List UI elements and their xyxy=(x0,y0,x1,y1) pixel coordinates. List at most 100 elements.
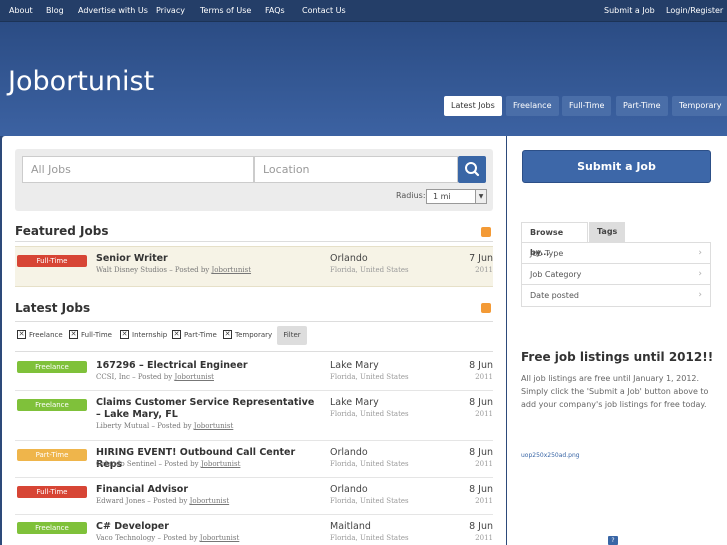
nav-contact[interactable]: Contact Us xyxy=(302,0,346,22)
browse-item-job-type[interactable]: Job Type › xyxy=(522,243,710,264)
tab-part-time[interactable]: Part-Time xyxy=(616,96,668,116)
divider xyxy=(15,351,493,352)
tab-browse-by[interactable]: Browse by... xyxy=(521,222,588,257)
job-type-badge: Freelance xyxy=(17,522,87,534)
filter-part-time[interactable]: ✕ Part-Time xyxy=(172,329,217,341)
job-date: 8 Jun xyxy=(469,447,493,458)
chevron-right-icon: › xyxy=(698,248,702,258)
job-year: 2011 xyxy=(475,266,493,274)
job-region: Florida, United States xyxy=(330,373,409,381)
nav-advertise[interactable]: Advertise with Us xyxy=(78,0,148,22)
main-content: All Jobs Location Radius: 1 mi ▼ Feature… xyxy=(2,136,506,545)
job-title[interactable]: C# Developer xyxy=(96,521,321,533)
job-row[interactable]: Part-Time HIRING EVENT! Outbound Call Ce… xyxy=(15,441,493,478)
tab-latest-jobs[interactable]: Latest Jobs xyxy=(444,96,502,116)
filter-internship[interactable]: ✕ Internship xyxy=(120,329,167,341)
job-city: Orlando xyxy=(330,447,368,458)
browse-tabs: Browse by... Tags xyxy=(521,222,711,257)
browse-list: Job Type › Job Category › Date posted › xyxy=(521,242,711,307)
job-company: Orlando Sentinel – Posted by Jobortunist xyxy=(96,460,241,468)
job-date: 8 Jun xyxy=(469,484,493,495)
job-type-badge: Full-Time xyxy=(17,486,87,498)
rss-icon[interactable] xyxy=(481,303,491,313)
chevron-right-icon: › xyxy=(698,269,702,279)
job-type-badge: Freelance xyxy=(17,361,87,373)
job-company: CCSI, Inc – Posted by Jobortunist xyxy=(96,373,214,381)
job-year: 2011 xyxy=(475,410,493,418)
job-title[interactable]: Claims Customer Service Representative –… xyxy=(96,397,321,421)
job-date: 8 Jun xyxy=(469,360,493,371)
submit-job-button[interactable]: Submit a Job xyxy=(522,150,711,183)
filter-button[interactable]: Filter xyxy=(277,326,307,345)
nav-privacy[interactable]: Privacy xyxy=(156,0,185,22)
chevron-right-icon: › xyxy=(698,290,702,300)
job-city: Maitland xyxy=(330,521,371,532)
promo-title: Free job listings until 2012!! xyxy=(521,350,714,364)
browse-item-date-posted[interactable]: Date posted › xyxy=(522,285,710,306)
checkbox-icon[interactable]: ✕ xyxy=(17,329,26,339)
tab-tags[interactable]: Tags xyxy=(589,222,625,242)
job-company: Vaco Technology – Posted by Jobortunist xyxy=(96,534,240,542)
tab-temporary[interactable]: Temporary xyxy=(672,96,727,116)
job-year: 2011 xyxy=(475,497,493,505)
job-type-badge: Full-Time xyxy=(17,255,87,267)
job-region: Florida, United States xyxy=(330,534,409,542)
checkbox-icon[interactable]: ✕ xyxy=(120,329,129,339)
jobs-search-input[interactable]: All Jobs xyxy=(22,156,254,183)
job-row[interactable]: Freelance C# Developer Vaco Technology –… xyxy=(15,515,493,545)
job-date: 8 Jun xyxy=(469,521,493,532)
job-year: 2011 xyxy=(475,534,493,542)
latest-jobs-title: Latest Jobs xyxy=(15,301,91,315)
radius-value: 1 mi xyxy=(433,192,451,201)
filter-temporary[interactable]: ✕ Temporary xyxy=(223,329,272,341)
job-row[interactable]: Freelance 167296 – Electrical Engineer C… xyxy=(15,354,493,391)
promo-text: All job listings are free until January … xyxy=(521,374,709,409)
job-year: 2011 xyxy=(475,373,493,381)
checkbox-icon[interactable]: ✕ xyxy=(172,329,181,339)
job-title[interactable]: 167296 – Electrical Engineer xyxy=(96,360,321,372)
site-header: Jobortunist Latest Jobs Freelance Full-T… xyxy=(0,22,727,136)
job-region: Florida, United States xyxy=(330,460,409,468)
job-type-badge: Freelance xyxy=(17,399,87,411)
radius-select[interactable]: 1 mi ▼ xyxy=(426,189,487,204)
job-region: Florida, United States xyxy=(330,497,409,505)
tab-freelance[interactable]: Freelance xyxy=(506,96,559,116)
featured-job-row[interactable]: Full-Time Senior Writer Walt Disney Stud… xyxy=(15,246,493,287)
job-city: Lake Mary xyxy=(330,360,379,371)
job-row[interactable]: Full-Time Financial Advisor Edward Jones… xyxy=(15,478,493,515)
search-panel: All Jobs Location Radius: 1 mi ▼ xyxy=(15,149,493,211)
job-year: 2011 xyxy=(475,460,493,468)
job-title[interactable]: Senior Writer xyxy=(96,253,321,265)
nav-blog[interactable]: Blog xyxy=(46,0,64,22)
sidebar: Submit a Job Browse by... Tags Job Type ›… xyxy=(507,136,727,545)
nav-faqs[interactable]: FAQs xyxy=(265,0,285,22)
job-row[interactable]: Freelance Claims Customer Service Repres… xyxy=(15,391,493,441)
search-button[interactable] xyxy=(458,156,486,183)
checkbox-icon[interactable]: ✕ xyxy=(69,329,78,339)
nav-terms[interactable]: Terms of Use xyxy=(200,0,251,22)
job-company: Liberty Mutual – Posted by Jobortunist xyxy=(96,422,234,430)
nav-about[interactable]: About xyxy=(9,0,33,22)
job-city: Lake Mary xyxy=(330,397,379,408)
nav-login[interactable]: Login/Register xyxy=(666,0,723,22)
job-company: Walt Disney Studios – Posted by Jobortun… xyxy=(96,266,252,274)
location-input[interactable]: Location xyxy=(254,156,458,183)
job-date: 7 Jun xyxy=(469,253,493,264)
job-title[interactable]: Financial Advisor xyxy=(96,484,321,496)
top-nav: About Blog Advertise with Us Privacy Ter… xyxy=(0,0,727,22)
job-region: Florida, United States xyxy=(330,410,409,418)
filter-freelance[interactable]: ✕ Freelance xyxy=(17,329,63,341)
filter-full-time[interactable]: ✕ Full-Time xyxy=(69,329,112,341)
feedback-icon[interactable]: ? xyxy=(608,536,618,545)
nav-submit-job[interactable]: Submit a Job xyxy=(604,0,655,22)
browse-item-job-category[interactable]: Job Category › xyxy=(522,264,710,285)
radius-label: Radius: xyxy=(396,191,426,200)
checkbox-icon[interactable]: ✕ xyxy=(223,329,232,339)
job-region: Florida, United States xyxy=(330,266,409,274)
featured-jobs-title: Featured Jobs xyxy=(15,224,109,238)
ad-placeholder[interactable]: uop250x250ad.png xyxy=(521,452,580,459)
dropdown-arrow-icon: ▼ xyxy=(475,190,486,203)
site-logo[interactable]: Jobortunist xyxy=(8,66,154,97)
rss-icon[interactable] xyxy=(481,227,491,237)
tab-full-time[interactable]: Full-Time xyxy=(562,96,612,116)
